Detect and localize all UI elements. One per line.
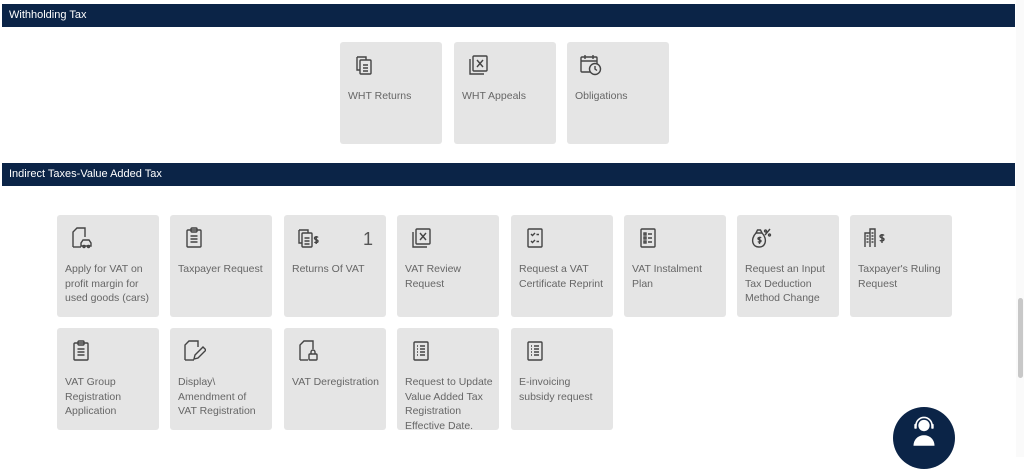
tile-label: Obligations: [575, 90, 628, 102]
tile-amendment-vat-registration[interactable]: Display\ Amendment of VAT Registration: [170, 328, 272, 430]
tile-label: Taxpayer Request: [178, 263, 263, 275]
document-car-icon: [69, 226, 93, 250]
tile-obligations[interactable]: Obligations: [567, 42, 669, 144]
tile-label: Request to Update Value Added Tax Regist…: [405, 376, 493, 432]
document-dollar-icon: [296, 226, 320, 250]
tile-label: Display\ Amendment of VAT Registration: [178, 376, 256, 417]
tile-label: Request an Input Tax Deduction Method Ch…: [745, 263, 825, 304]
support-agent-icon: [913, 416, 935, 446]
tile-label: VAT Deregistration: [292, 376, 379, 388]
tile-label: VAT Group Registration Application: [65, 376, 122, 417]
list-document-icon: [409, 339, 433, 363]
list-icon: [636, 226, 660, 250]
section-header-withholding-tax: Withholding Tax: [2, 4, 1015, 27]
returns-count-badge: 1: [362, 229, 373, 249]
tile-returns-of-vat[interactable]: 1 Returns Of VAT: [284, 215, 386, 317]
tile-vat-deregistration[interactable]: VAT Deregistration: [284, 328, 386, 430]
tile-vat-review-request[interactable]: VAT Review Request: [397, 215, 499, 317]
document-lock-icon: [296, 339, 320, 363]
checklist-icon: [523, 226, 547, 250]
tile-label: Taxpayer's Ruling Request: [858, 263, 941, 290]
tile-vat-group-registration[interactable]: VAT Group Registration Application: [57, 328, 159, 430]
tile-label: Apply for VAT on profit margin for used …: [65, 263, 150, 304]
tile-e-invoicing-subsidy[interactable]: E-invoicing subsidy request: [511, 328, 613, 430]
scrollbar[interactable]: [1016, 0, 1024, 457]
document-x-icon: [466, 53, 490, 77]
tile-update-vat-effective-date[interactable]: Request to Update Value Added Tax Regist…: [397, 328, 499, 432]
tile-vat-certificate-reprint[interactable]: Request a VAT Certificate Reprint: [511, 215, 613, 317]
tile-label: VAT Instalment Plan: [632, 263, 703, 290]
tile-wht-appeals[interactable]: WHT Appeals: [454, 42, 556, 144]
tile-apply-vat-profit-margin[interactable]: Apply for VAT on profit margin for used …: [57, 215, 159, 317]
document-edit-icon: [182, 339, 206, 363]
money-bag-percent-icon: [749, 226, 773, 250]
document-x-icon: [409, 226, 433, 250]
tile-label: E-invoicing subsidy request: [519, 376, 593, 403]
list-document-icon: [523, 339, 547, 363]
tile-label: WHT Returns: [348, 90, 412, 102]
tile-label: VAT Review Request: [405, 263, 462, 290]
clipboard-icon: [182, 226, 206, 250]
tile-label: Returns Of VAT: [292, 263, 365, 275]
chat-assistant-button[interactable]: [893, 407, 955, 469]
tile-input-tax-deduction-change[interactable]: Request an Input Tax Deduction Method Ch…: [737, 215, 839, 317]
section-header-indirect-taxes-vat: Indirect Taxes-Value Added Tax: [2, 163, 1015, 186]
document-stack-icon: [352, 53, 376, 77]
tile-taxpayers-ruling-request[interactable]: Taxpayer's Ruling Request: [850, 215, 952, 317]
tile-vat-instalment-plan[interactable]: VAT Instalment Plan: [624, 215, 726, 317]
tile-label: WHT Appeals: [462, 90, 526, 102]
tile-label: Request a VAT Certificate Reprint: [519, 263, 604, 290]
tile-taxpayer-request[interactable]: Taxpayer Request: [170, 215, 272, 317]
clipboard-icon: [69, 339, 93, 363]
calendar-clock-icon: [579, 53, 603, 77]
building-dollar-icon: [862, 226, 886, 250]
tile-wht-returns[interactable]: WHT Returns: [340, 42, 442, 144]
scrollbar-thumb[interactable]: [1018, 298, 1023, 378]
